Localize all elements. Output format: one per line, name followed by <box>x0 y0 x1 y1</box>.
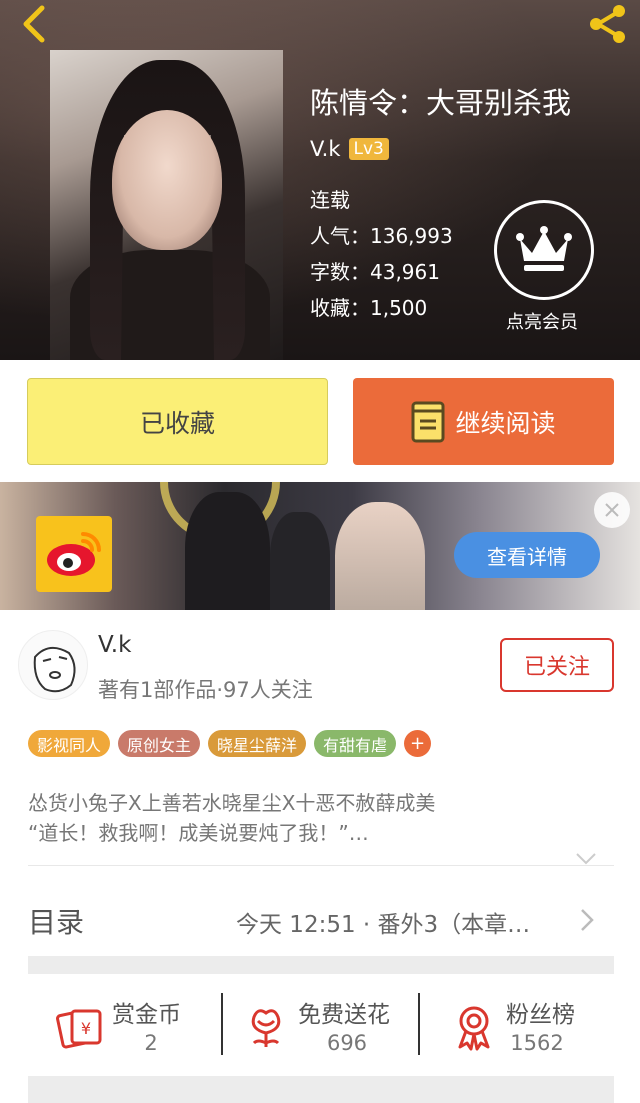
favorites-stat: 收藏：1,500 <box>310 296 428 320</box>
tag-list: 影视同人 原创女主 晓星尘薛洋 有甜有虐 + <box>28 730 432 757</box>
crown-icon <box>494 200 594 300</box>
member-label: 点亮会员 <box>506 312 578 333</box>
add-tag-button[interactable]: + <box>404 730 432 757</box>
chevron-right-icon <box>581 909 594 931</box>
reward-value: 2 <box>144 1031 158 1055</box>
book-cover-image[interactable] <box>50 50 283 360</box>
divider-bar <box>28 956 614 974</box>
view-details-button[interactable]: 查看详情 <box>454 532 600 578</box>
back-arrow-icon[interactable] <box>14 4 54 44</box>
reward-label: 粉丝榜 <box>506 1002 575 1028</box>
action-area: 已收藏 继续阅读 <box>0 360 640 482</box>
award-ribbon-icon <box>458 1006 490 1051</box>
follow-label: 已关注 <box>523 655 590 680</box>
reward-value: 696 <box>326 1031 368 1055</box>
collected-label: 已收藏 <box>139 408 215 438</box>
author-meta: 著有1部作品·97人关注 <box>98 678 313 702</box>
reward-label: 赏金币 <box>112 1002 181 1028</box>
toc-title: 目录 <box>28 906 85 939</box>
cover-figure-face <box>112 110 222 250</box>
divider <box>221 993 223 1055</box>
tag-chip[interactable]: 有甜有虐 <box>314 730 397 757</box>
flower-icon <box>251 1009 281 1047</box>
reward-fan-ranking[interactable]: 粉丝榜 1562 <box>450 995 600 1065</box>
book-description[interactable]: 怂货小兔子X上善若水晓星尘X十恶不赦薛成美 “道长！救我啊！成美说要炖了我！”… <box>28 788 435 848</box>
divider <box>28 865 614 866</box>
level-badge: Lv3 <box>348 138 389 160</box>
divider-bar <box>28 1076 614 1103</box>
close-banner-icon[interactable] <box>594 492 630 528</box>
tag-chip[interactable]: 晓星尘薛洋 <box>208 730 307 757</box>
reward-label: 免费送花 <box>298 1002 390 1028</box>
book-title: 陈情令：大哥别杀我 <box>310 86 572 120</box>
tag-chip[interactable]: 原创女主 <box>118 730 201 757</box>
banner-person <box>335 502 425 610</box>
banner-person <box>270 512 330 610</box>
description-line: 怂货小兔子X上善若水晓星尘X十恶不赦薛成美 <box>28 791 436 815</box>
promo-banner[interactable]: 查看详情 <box>0 482 640 610</box>
word-count-stat: 字数：43,961 <box>310 260 440 284</box>
author-section: V.k 著有1部作品·97人关注 已关注 影视同人 原创女主 晓星尘薛洋 有甜有虐 + … <box>0 610 640 865</box>
chevron-down-icon[interactable] <box>575 852 597 866</box>
view-details-label: 查看详情 <box>487 544 567 569</box>
reward-flower[interactable]: 免费送花 696 <box>242 995 412 1065</box>
table-of-contents[interactable]: 目录 今天 12:51 · 番外3（本章… <box>0 865 640 975</box>
book-stats: 连载 人气：136,993 字数：43,961 收藏：1,500 <box>310 182 453 326</box>
collected-button[interactable]: 已收藏 <box>27 378 328 465</box>
continue-reading-label: 继续阅读 <box>455 408 556 438</box>
author-name[interactable]: V.k <box>310 137 341 161</box>
tag-chip[interactable]: 影视同人 <box>28 730 111 757</box>
divider <box>418 993 420 1055</box>
svg-text:¥: ¥ <box>81 1019 91 1038</box>
book-icon <box>411 401 445 442</box>
gold-coin-ticket-icon: ¥ <box>56 1009 102 1049</box>
reward-gold-coin[interactable]: ¥ 赏金币 2 <box>56 995 206 1065</box>
follow-button[interactable]: 已关注 <box>500 638 614 692</box>
reward-value: 1562 <box>510 1031 564 1055</box>
banner-person <box>185 492 270 610</box>
author-name[interactable]: V.k <box>98 632 131 658</box>
weibo-logo-icon <box>36 516 112 592</box>
author-row: V.k Lv3 <box>310 137 389 161</box>
description-line: “道长！救我啊！成美说要炖了我！”… <box>28 821 369 845</box>
share-icon[interactable] <box>584 4 630 44</box>
continue-reading-button[interactable]: 继续阅读 <box>353 378 614 465</box>
author-avatar[interactable] <box>18 630 88 700</box>
latest-chapter: 今天 12:51 · 番外3（本章… <box>236 912 531 938</box>
member-button[interactable]: 点亮会员 <box>494 200 594 334</box>
book-header: 陈情令：大哥别杀我 V.k Lv3 连载 人气：136,993 字数：43,96… <box>0 0 640 360</box>
serial-status: 连载 <box>310 188 350 212</box>
rewards-bar: ¥ 赏金币 2 免费送花 696 粉丝榜 1562 <box>0 975 640 1103</box>
popularity-stat: 人气：136,993 <box>310 224 453 248</box>
